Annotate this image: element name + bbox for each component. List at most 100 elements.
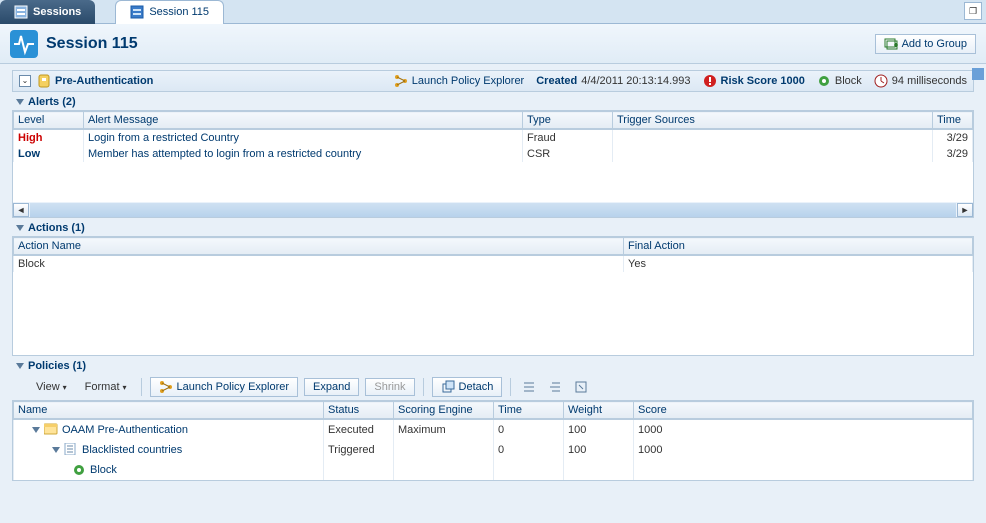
collapse-triangle-icon: [16, 363, 24, 369]
cell-name: OAAM Pre-Authentication: [14, 420, 324, 440]
cell-scoring: [394, 440, 494, 460]
cell-triggers: [613, 146, 933, 162]
table-row[interactable]: BlockYes: [14, 256, 973, 272]
col-type[interactable]: Type: [523, 112, 613, 129]
cell-type: CSR: [523, 146, 613, 162]
cell-weight: [564, 460, 634, 480]
restore-icon[interactable]: ❐: [964, 2, 982, 20]
expand-triangle-icon[interactable]: [52, 447, 60, 453]
cell-time: 0: [494, 440, 564, 460]
actions-table: Action Name Final Action: [12, 236, 974, 256]
col-scoring[interactable]: Scoring Engine: [394, 402, 494, 419]
block-action: Block: [817, 74, 862, 88]
cell-triggers: [613, 130, 933, 146]
detach-button[interactable]: Detach: [432, 377, 503, 397]
tree-expand-button[interactable]: [545, 378, 565, 396]
col-time[interactable]: Time: [494, 402, 564, 419]
cell-action-name: Block: [14, 256, 624, 272]
add-to-group-label: Add to Group: [902, 38, 967, 50]
cell-status: Executed: [324, 420, 394, 440]
policies-header[interactable]: Policies (1): [12, 358, 974, 374]
cell-name: Block: [14, 460, 324, 480]
pulse-icon: [10, 30, 38, 58]
col-status[interactable]: Status: [324, 402, 394, 419]
expand-triangle-icon[interactable]: [32, 427, 40, 433]
alerts-table: Level Alert Message Type Trigger Sources…: [12, 110, 974, 130]
tree-collapse-button[interactable]: [519, 378, 539, 396]
cell-status: [324, 460, 394, 480]
gear-icon: [817, 74, 831, 88]
cell-status: Triggered: [324, 440, 394, 460]
scroll-right-button[interactable]: ►: [957, 203, 973, 217]
tab-label: Sessions: [33, 6, 81, 18]
table-row[interactable]: Block: [14, 460, 973, 480]
col-name[interactable]: Name: [14, 402, 324, 419]
col-weight[interactable]: Weight: [564, 402, 634, 419]
alerts-scrollbar: ◄ ►: [12, 202, 974, 218]
cell-time: [494, 460, 564, 480]
col-final[interactable]: Final Action: [624, 238, 973, 255]
time-info: 94 milliseconds: [874, 74, 967, 88]
created-info: Created 4/4/2011 20:13:14.993: [536, 75, 690, 87]
launch-policy-explorer-button[interactable]: Launch Policy Explorer: [150, 377, 299, 397]
alerts-header[interactable]: Alerts (2): [12, 94, 974, 110]
col-triggers[interactable]: Trigger Sources: [613, 112, 933, 129]
tab-bar: Sessions Session 115 ❐: [0, 0, 986, 24]
cell-score: 1000: [634, 440, 973, 460]
sessions-icon: [14, 5, 28, 19]
cell-msg[interactable]: Member has attempted to login from a res…: [84, 146, 523, 162]
tab-session-detail[interactable]: Session 115: [115, 0, 224, 24]
shield-icon: [37, 74, 51, 88]
cell-name: Blacklisted countries: [14, 440, 324, 460]
cell-time: 0: [494, 420, 564, 440]
cell-scoring: [394, 460, 494, 480]
cell-weight: 100: [564, 420, 634, 440]
launch-policy-explorer-link[interactable]: Launch Policy Explorer: [394, 74, 525, 88]
col-level[interactable]: Level: [14, 112, 84, 129]
policies-body: OAAM Pre-AuthenticationExecutedMaximum01…: [12, 420, 974, 481]
cell-msg[interactable]: Login from a restricted Country: [84, 130, 523, 146]
scroll-track[interactable]: [30, 203, 956, 217]
cell-time: 3/29: [933, 130, 973, 146]
clock-icon: [874, 74, 888, 88]
cell-scoring: Maximum: [394, 420, 494, 440]
cell-level: Low: [14, 146, 84, 162]
expand-button[interactable]: Expand: [304, 378, 359, 396]
collapse-triangle-icon: [16, 99, 24, 105]
page-title: Session 115: [46, 35, 875, 53]
policy-name-link[interactable]: Blacklisted countries: [82, 444, 182, 456]
table-row[interactable]: Blacklisted countriesTriggered01001000: [14, 440, 973, 460]
col-score[interactable]: Score: [634, 402, 973, 419]
policy-name-link[interactable]: OAAM Pre-Authentication: [62, 424, 188, 436]
format-menu[interactable]: Format▾: [79, 379, 133, 395]
scroll-up-icon[interactable]: [972, 68, 984, 80]
alerts-body: HighLogin from a restricted CountryFraud…: [12, 130, 974, 202]
detach-icon: [441, 380, 455, 394]
policies-table: Name Status Scoring Engine Time Weight S…: [12, 400, 974, 420]
preauth-header: ⌄ Pre-Authentication Launch Policy Explo…: [12, 70, 974, 92]
col-time[interactable]: Time: [933, 112, 973, 129]
tab-sessions[interactable]: Sessions: [0, 0, 95, 24]
table-row[interactable]: LowMember has attempted to login from a …: [14, 146, 973, 162]
page-header: Session 115 Add to Group: [0, 24, 986, 64]
policy-name-link[interactable]: Block: [90, 464, 117, 476]
cell-score: 1000: [634, 420, 973, 440]
collapse-toggle[interactable]: ⌄: [19, 75, 31, 87]
actions-header[interactable]: Actions (1): [12, 220, 974, 236]
shrink-button[interactable]: Shrink: [365, 378, 414, 396]
table-row[interactable]: HighLogin from a restricted CountryFraud…: [14, 130, 973, 146]
col-action-name[interactable]: Action Name: [14, 238, 624, 255]
cell-score: [634, 460, 973, 480]
col-msg[interactable]: Alert Message: [84, 112, 523, 129]
alert-icon: [703, 74, 717, 88]
add-to-group-icon: [884, 37, 898, 51]
add-to-group-button[interactable]: Add to Group: [875, 34, 976, 54]
view-menu[interactable]: View▾: [30, 379, 73, 395]
cell-time: 3/29: [933, 146, 973, 162]
cell-final: Yes: [624, 256, 973, 272]
scroll-left-button[interactable]: ◄: [13, 203, 29, 217]
tree-scroll-button[interactable]: [571, 378, 591, 396]
table-row[interactable]: OAAM Pre-AuthenticationExecutedMaximum01…: [14, 420, 973, 440]
gear-icon: [72, 463, 86, 477]
actions-body: BlockYes: [12, 256, 974, 356]
